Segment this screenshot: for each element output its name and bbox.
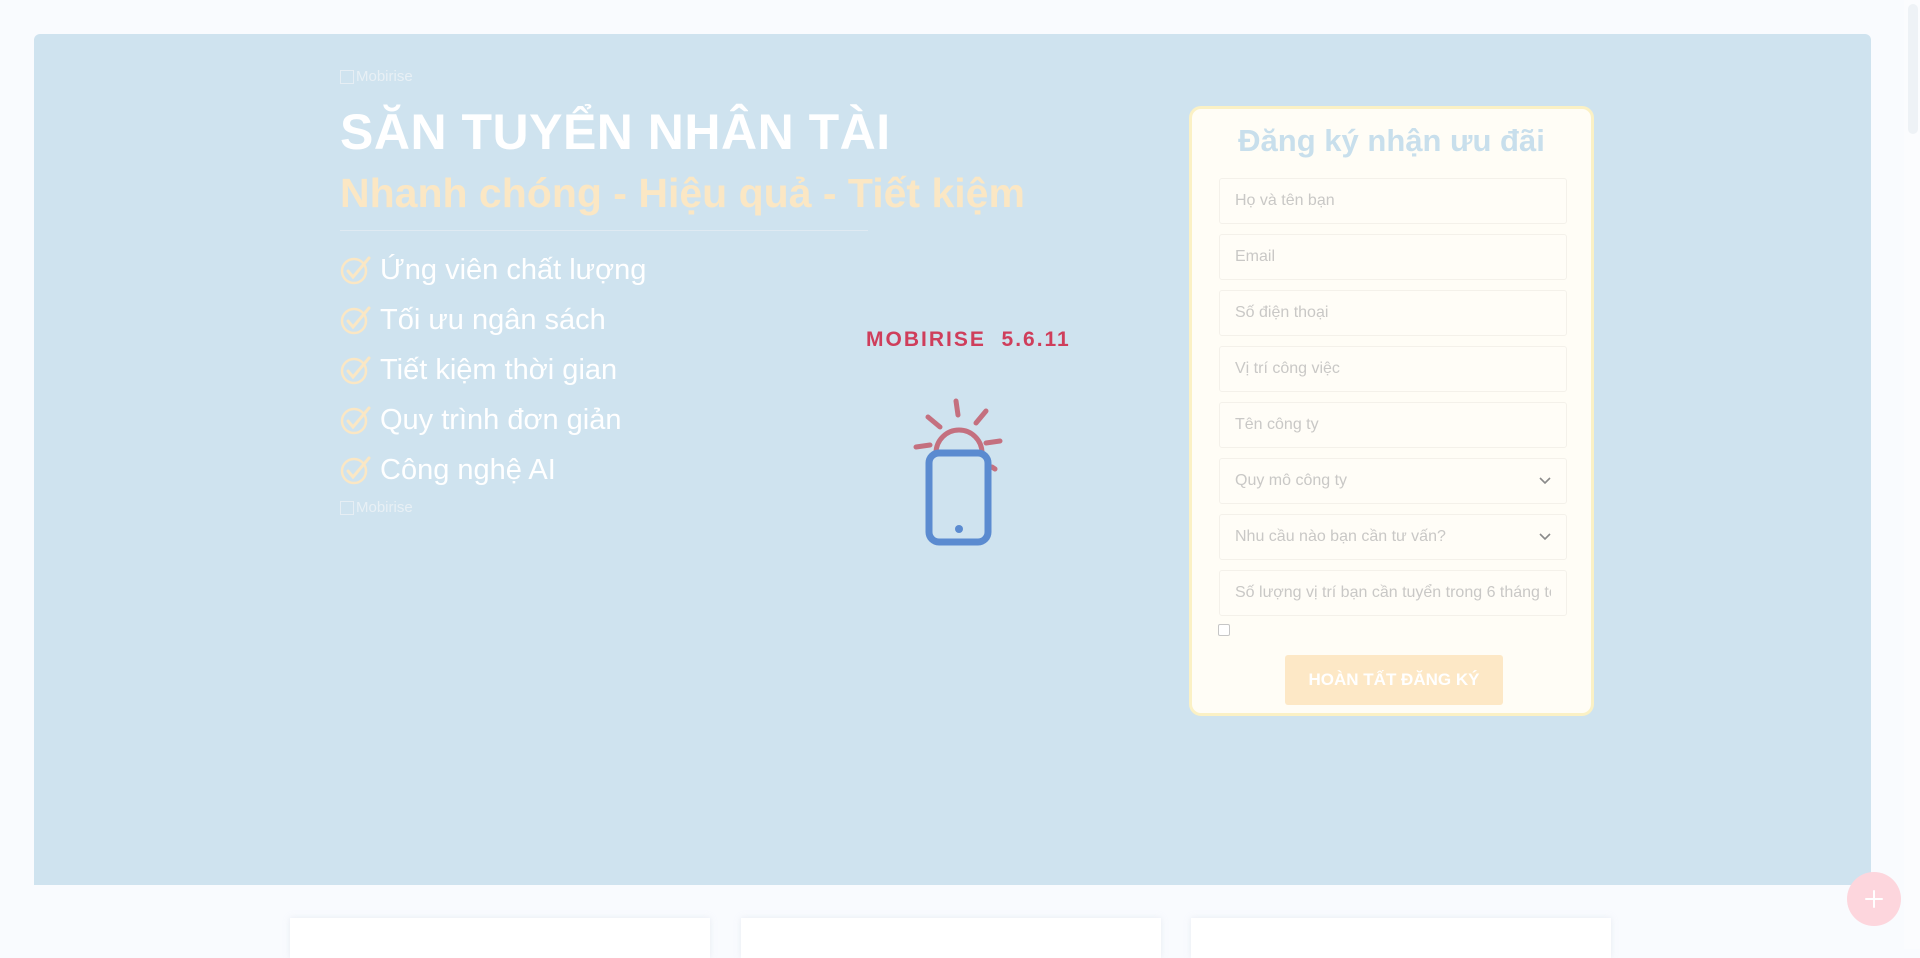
company-placeholder: Tên công ty — [1235, 416, 1319, 433]
company-size-value: Quy mô công ty — [1235, 472, 1348, 489]
mobirise-version-label: MOBIRISE 5.6.11 — [866, 328, 1071, 351]
add-button[interactable] — [1847, 872, 1901, 926]
email-field[interactable]: Email — [1219, 234, 1567, 280]
feature-item: Công nghệ AI — [340, 445, 646, 495]
phone-placeholder: Số điện thoại — [1235, 304, 1329, 321]
hero-title: SĂN TUYỂN NHÂN TÀI — [340, 104, 891, 160]
broken-image-icon — [340, 500, 354, 515]
company-size-select[interactable]: Quy mô công ty — [1219, 458, 1567, 504]
feature-item: Tối ưu ngân sách — [340, 295, 646, 345]
content-card — [290, 918, 710, 958]
content-card — [1191, 918, 1611, 958]
check-circle-icon — [340, 256, 371, 285]
quantity-placeholder: Số lượng vị trí bạn cần tuyển trong 6 th… — [1235, 584, 1551, 601]
broken-image-icon — [340, 69, 354, 84]
phone-notification-icon — [913, 398, 1003, 546]
name-field[interactable]: Họ và tên bạn — [1219, 178, 1567, 224]
company-field[interactable]: Tên công ty — [1219, 402, 1567, 448]
feature-label: Tối ưu ngân sách — [380, 303, 606, 336]
image-alt-text: Mobirise — [356, 499, 413, 516]
submit-button[interactable]: HOÀN TẤT ĐĂNG KÝ — [1285, 655, 1503, 705]
check-circle-icon — [340, 306, 371, 335]
phone-field[interactable]: Số điện thoại — [1219, 290, 1567, 336]
consult-need-select[interactable]: Nhu cầu nào bạn cần tư vấn? — [1219, 514, 1567, 560]
feature-label: Ứng viên chất lượng — [380, 253, 647, 286]
check-circle-icon — [340, 456, 371, 485]
form-title: Đăng ký nhận ưu đãi — [1238, 123, 1545, 158]
hero-divider — [340, 230, 868, 231]
feature-item: Quy trình đơn giản — [340, 395, 646, 445]
quantity-field[interactable]: Số lượng vị trí bạn cần tuyển trong 6 th… — [1219, 570, 1567, 616]
content-card — [741, 918, 1161, 958]
image-alt-text: Mobirise — [356, 68, 413, 85]
mobirise-image-top: Mobirise — [340, 68, 413, 85]
email-placeholder: Email — [1235, 248, 1276, 265]
consent-checkbox[interactable] — [1218, 624, 1230, 636]
feature-label: Công nghệ AI — [380, 453, 556, 486]
scrollbar-thumb[interactable] — [1908, 4, 1918, 134]
plus-icon — [1865, 890, 1883, 908]
position-field[interactable]: Vị trí công việc — [1219, 346, 1567, 392]
chevron-down-icon — [1539, 477, 1551, 485]
mobirise-image-bottom: Mobirise — [340, 499, 413, 516]
signup-form: Đăng ký nhận ưu đãi Họ và tên bạn Email … — [1189, 106, 1594, 716]
feature-item: Ứng viên chất lượng — [340, 245, 646, 295]
hero-subtitle: Nhanh chóng - Hiệu quả - Tiết kiệm — [340, 170, 1025, 216]
feature-label: Quy trình đơn giản — [380, 403, 622, 436]
feature-list: Ứng viên chất lượng Tối ưu ngân sách Tiế… — [340, 245, 646, 495]
check-circle-icon — [340, 406, 371, 435]
scrollbar[interactable] — [1904, 0, 1920, 949]
feature-item: Tiết kiệm thời gian — [340, 345, 646, 395]
name-placeholder: Họ và tên bạn — [1235, 192, 1335, 209]
feature-label: Tiết kiệm thời gian — [380, 353, 618, 386]
chevron-down-icon — [1539, 533, 1551, 541]
consult-need-value: Nhu cầu nào bạn cần tư vấn? — [1235, 528, 1446, 545]
check-circle-icon — [340, 356, 371, 385]
position-placeholder: Vị trí công việc — [1235, 360, 1340, 377]
